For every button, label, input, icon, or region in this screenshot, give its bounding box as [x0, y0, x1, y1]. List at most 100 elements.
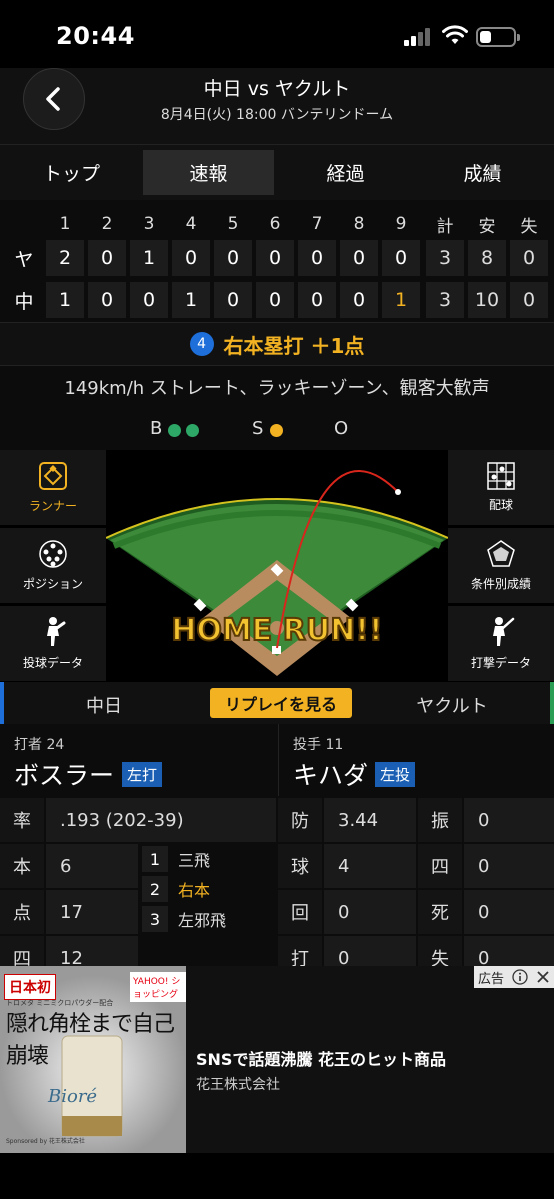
ad-title[interactable]: SNSで話題沸騰 花王のヒット商品 — [196, 1046, 446, 1070]
info-icon[interactable] — [512, 969, 528, 985]
home-run-banner: HOME RUN!! — [171, 613, 382, 648]
batter-stat-key: 四 — [0, 936, 44, 966]
score-total-cell: 10 — [468, 282, 506, 318]
team-tab-away[interactable]: ヤクルト — [354, 692, 550, 718]
score-total-cell: 3 — [426, 282, 464, 318]
batting-data-button[interactable]: 打撃データ — [448, 606, 554, 681]
pitcher-name: キハダ — [293, 761, 369, 790]
batter-stat-value: 17 — [46, 890, 138, 934]
bottom-spacer — [0, 1153, 554, 1199]
score-inning-cell: 0 — [130, 282, 168, 318]
field-area: ランナー ポジション 投球データ HOME RUN!! 配球 条件別成績 打撃デ… — [0, 450, 554, 682]
ball-dot — [168, 424, 181, 437]
at-bat-item[interactable]: 1 三飛 — [142, 844, 210, 874]
score-inning-cell: 0 — [88, 240, 126, 276]
pitcher-stat-value: 0 — [464, 890, 554, 934]
score-inning-cell: 1 — [172, 282, 210, 318]
batter-hand-badge: 左打 — [122, 762, 163, 787]
ad-company: 花王株式会社 — [196, 1077, 280, 1093]
score-header-cell: 計 — [436, 216, 454, 237]
split-stats-label: 条件別成績 — [470, 577, 531, 591]
status-time: 20:44 — [56, 22, 135, 50]
batter-stat-key: 本 — [0, 844, 44, 888]
split-stats-button[interactable]: 条件別成績 — [448, 528, 554, 603]
match-title: 中日 vs ヤクルト — [203, 78, 351, 100]
ad-badge: 日本初 — [4, 974, 56, 1000]
tab-progress[interactable]: 経過 — [280, 150, 411, 195]
batter-stat-value: 6 — [46, 844, 138, 888]
runner-label: ランナー — [28, 499, 77, 513]
score-inning-cell: 0 — [298, 282, 336, 318]
ad-banner[interactable]: 日本初 YAHOO! ショッピング トロメタ ミニミクロパウダー配合 隠れ角栓ま… — [0, 966, 554, 1153]
at-bat-number: 3 — [142, 906, 168, 932]
score-inning-cell: 0 — [256, 282, 294, 318]
ad-sponsor: Sponsored by 花王株式会社 — [6, 1138, 85, 1145]
pitcher-hand-badge: 左投 — [375, 762, 416, 787]
team-tabs: 中日 リプレイを見る ヤクルト — [0, 682, 554, 724]
score-total-cell: 3 — [426, 240, 464, 276]
runner-button[interactable]: ランナー — [0, 450, 106, 525]
score-inning-cell: 0 — [340, 282, 378, 318]
score-header-cell: 8 — [353, 214, 365, 234]
team-tab-home[interactable]: 中日 — [4, 692, 204, 718]
tab-top[interactable]: トップ — [6, 150, 137, 195]
score-header-cell: 失 — [520, 216, 538, 237]
tab-live[interactable]: 速報 — [143, 150, 274, 195]
tab-results[interactable]: 成績 — [417, 150, 548, 195]
pitch-data-button[interactable]: 投球データ — [0, 606, 106, 681]
score-team-label: ヤ — [14, 248, 34, 271]
pitcher-icon — [47, 617, 66, 646]
play-event: 4 右本塁打 ＋1点 — [0, 322, 554, 366]
pitcher-stat-key: 球 — [278, 844, 322, 888]
battery-icon — [476, 27, 520, 47]
score-inning-cell: 0 — [256, 240, 294, 276]
ad-tag-label: 広告 — [477, 971, 504, 987]
replay-button[interactable]: リプレイを見る — [210, 688, 352, 718]
event-text: 右本塁打 ＋1点 — [223, 333, 365, 358]
close-icon[interactable] — [536, 970, 550, 984]
score-total-cell: 8 — [468, 240, 506, 276]
batter-role: 打者 24 — [14, 737, 65, 753]
at-bat-item[interactable]: 3 左邪飛 — [142, 904, 226, 934]
score-inning-cell: 0 — [214, 240, 252, 276]
strike-label: S — [252, 418, 264, 439]
score-inning-cell: 2 — [46, 240, 84, 276]
batter-stat-value: .193 (202-39) — [46, 798, 276, 842]
ad-yahoo-label: YAHOO! ショッピング — [130, 972, 186, 1002]
at-bat-result: 左邪飛 — [178, 911, 227, 930]
score-header-cell: 5 — [227, 214, 239, 234]
event-number-badge: 4 — [189, 332, 214, 356]
batter-stat-value: 12 — [46, 936, 138, 966]
position-button[interactable]: ポジション — [0, 528, 106, 603]
position-dots-icon — [39, 540, 67, 568]
batting-data-label: 打撃データ — [470, 656, 531, 670]
score-total-cell: 0 — [510, 282, 548, 318]
pitch-grid-icon — [487, 462, 515, 490]
batter-block[interactable]: 打者 24 ボスラー 左打 — [0, 724, 276, 796]
game-header: 中日 vs ヤクルト 8月4日(火) 18:00 バンテリンドーム — [0, 68, 554, 144]
batter-icon — [493, 617, 515, 646]
batter-name: ボスラー — [14, 761, 115, 790]
ad-headline: 隠れ角栓まで自己崩壊 — [6, 1012, 175, 1069]
position-label: ポジション — [22, 577, 83, 591]
score-inning-cell: 0 — [172, 240, 210, 276]
players-panel: 打者 24 ボスラー 左打 投手 11 キハダ 左投 — [0, 724, 554, 796]
pitcher-stat-value: 0 — [464, 798, 554, 842]
pitcher-stat-value: 0 — [464, 936, 554, 966]
match-subtitle: 8月4日(火) 18:00 バンテリンドーム — [160, 107, 394, 123]
pitcher-stat-key: 打 — [278, 936, 322, 966]
pitcher-stat-value: 4 — [324, 844, 416, 888]
score-header-cell: 安 — [478, 216, 496, 237]
at-bat-item-current[interactable]: 2 右本 — [142, 874, 210, 904]
ad-image[interactable]: 日本初 YAHOO! ショッピング トロメタ ミニミクロパウダー配合 隠れ角栓ま… — [0, 966, 186, 1153]
ad-tag[interactable]: 広告 — [474, 966, 554, 988]
pitch-location-button[interactable]: 配球 — [448, 450, 554, 525]
pitcher-stat-value: 0 — [464, 844, 554, 888]
score-inning-cell: 0 — [214, 282, 252, 318]
batter-stat-key: 点 — [0, 890, 44, 934]
score-header-cell: 9 — [395, 214, 407, 234]
pitcher-block[interactable]: 投手 11 キハダ 左投 — [278, 724, 554, 796]
cellular-signal-icon — [404, 28, 434, 46]
score-team-label: 中 — [14, 290, 34, 313]
ball-label: B — [150, 418, 163, 439]
